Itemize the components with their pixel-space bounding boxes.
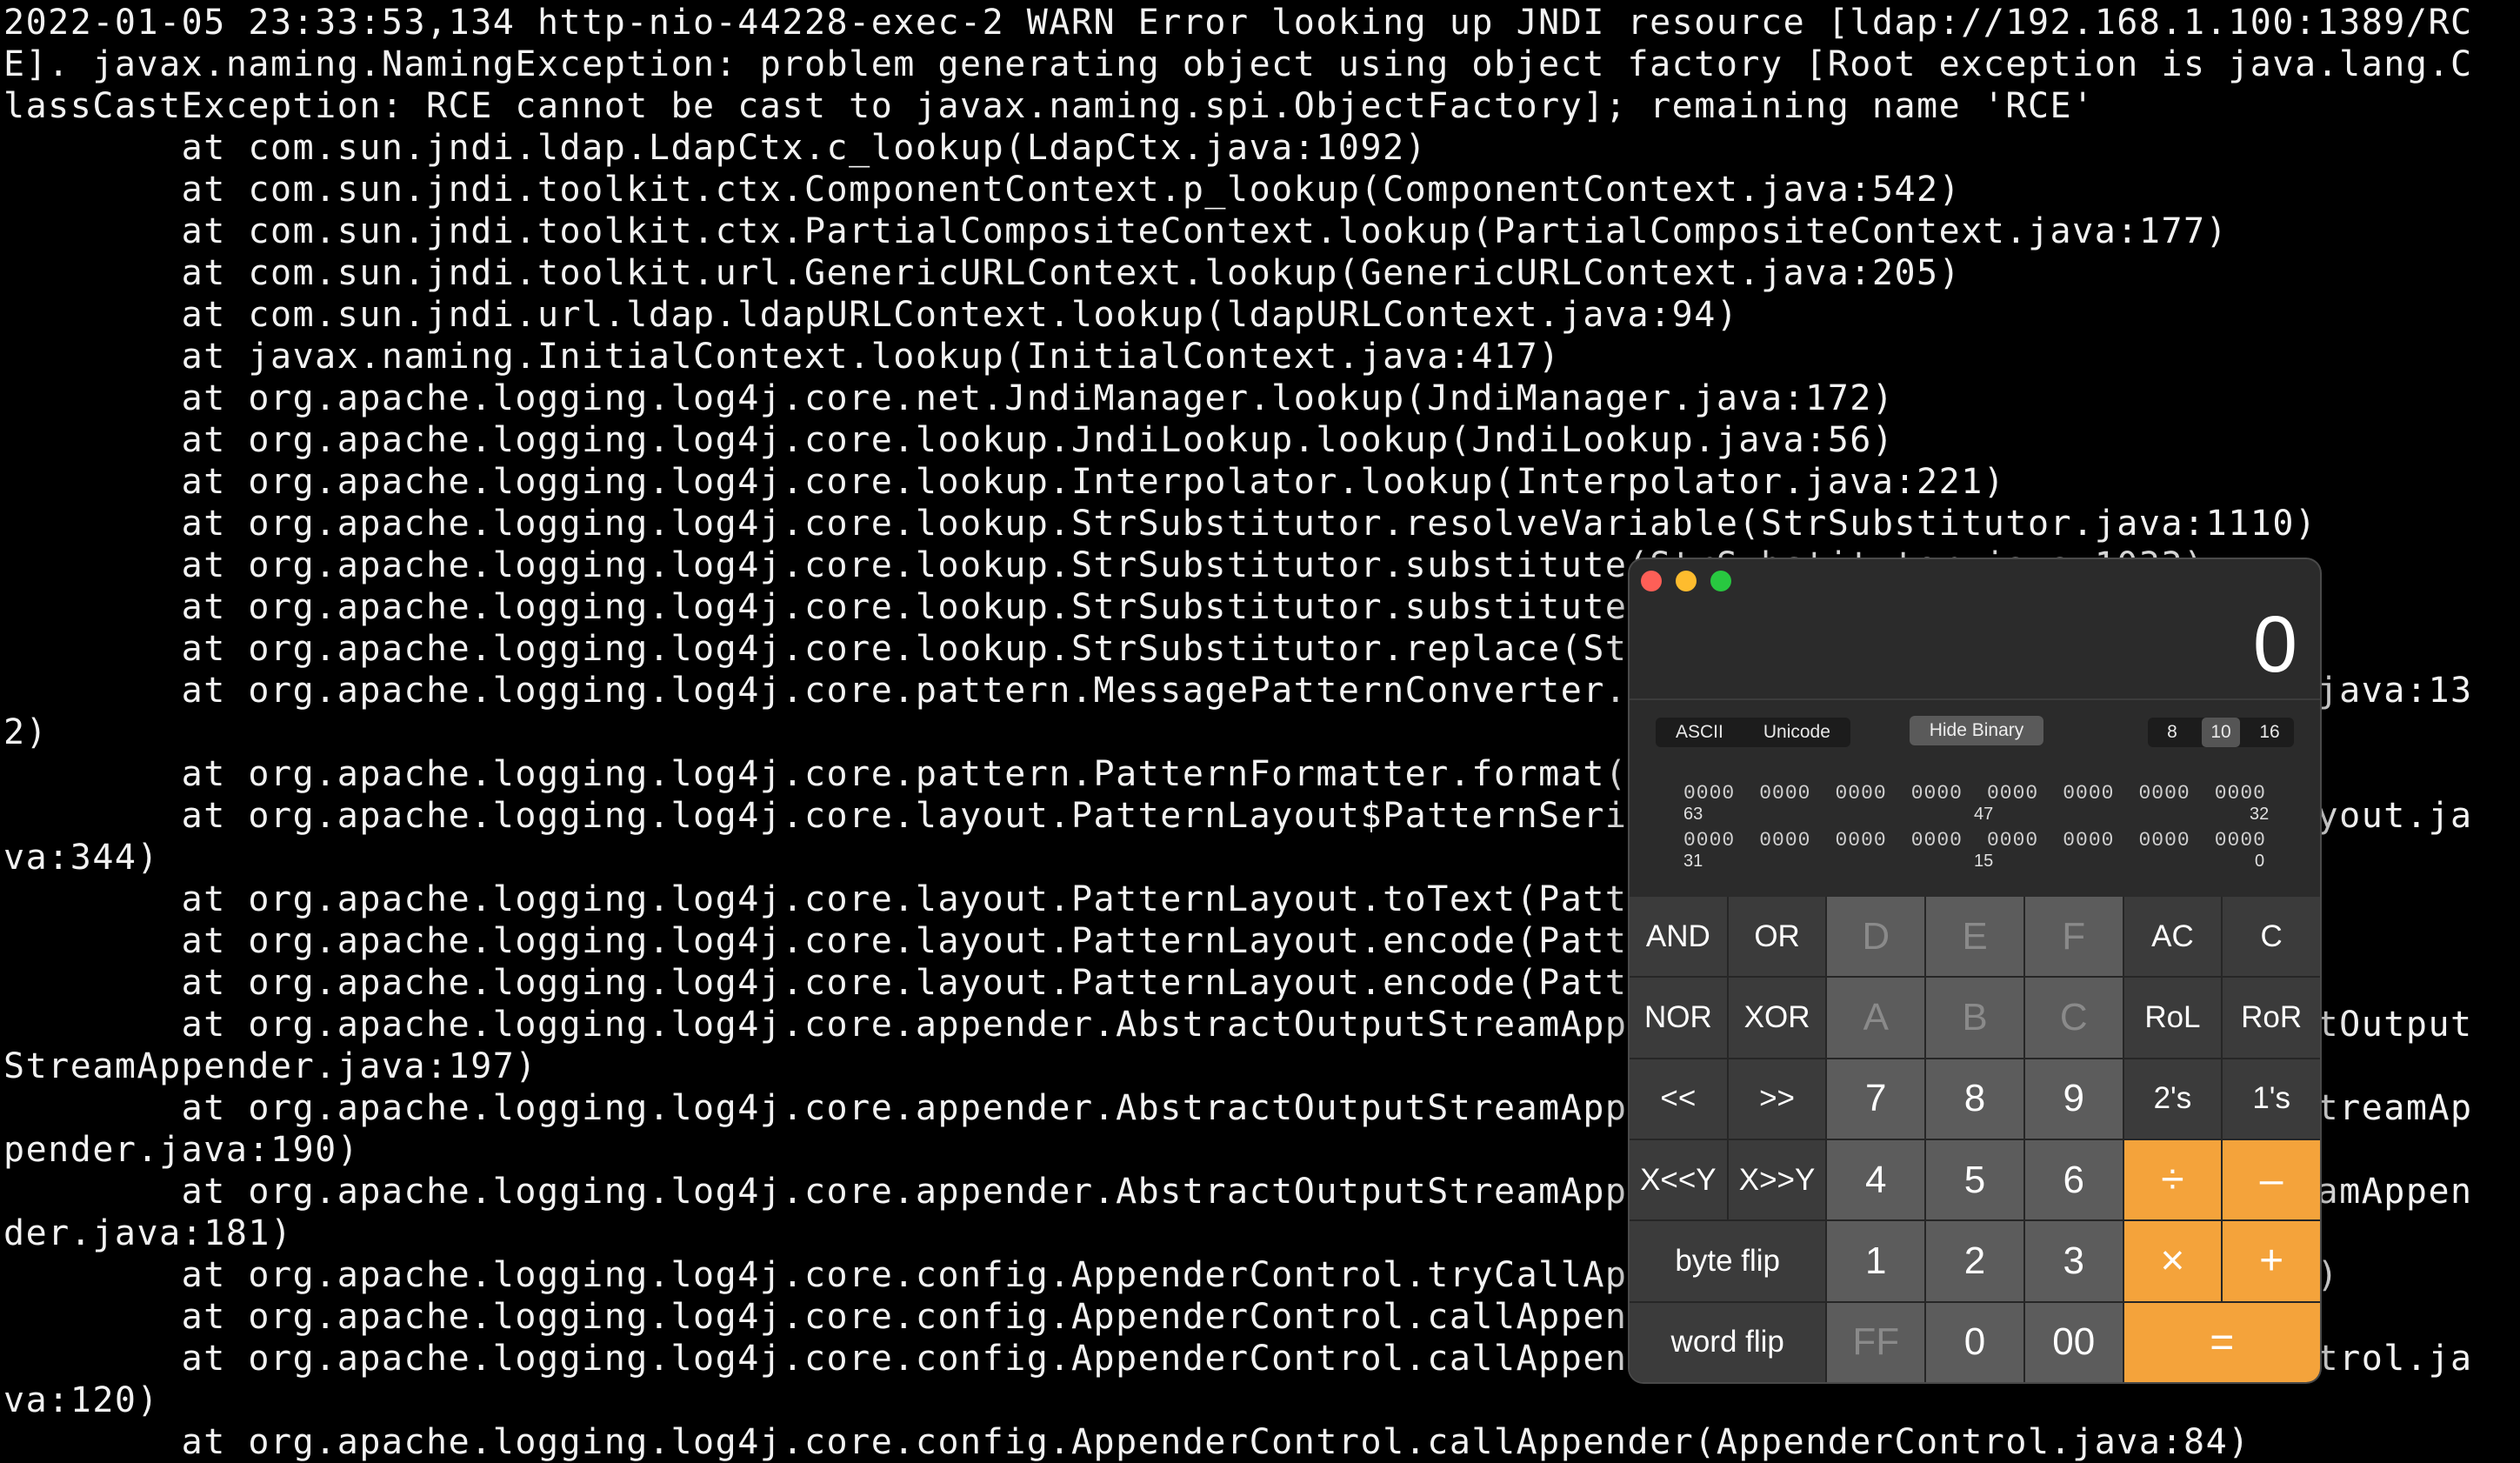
minus-button[interactable]: – [2223,1140,2320,1220]
multiply-button[interactable]: × [2123,1221,2222,1301]
9-button[interactable]: 9 [2024,1059,2123,1139]
ff-button[interactable]: FF [1827,1302,1925,1382]
twos-complement-button[interactable]: 2's [2123,1059,2222,1139]
7-button[interactable]: 7 [1827,1059,1925,1139]
binary-bits-row-upper: 0000 0000 0000 0000 0000 0000 0000 0000 [1683,782,2266,805]
log-line: at com.sun.jndi.toolkit.ctx.PartialCompo… [3,211,2229,251]
c-button[interactable]: C [2223,897,2320,977]
bit-group[interactable]: 0000 [1683,782,1735,805]
log-line: va:120) [3,1380,160,1420]
x-shift-left-y-button[interactable]: X<<Y [1630,1140,1727,1220]
bit-index-label: 32 [2250,805,2270,824]
base-16-option[interactable]: 16 [2250,718,2289,747]
hide-binary-button[interactable]: Hide Binary [1910,716,2043,745]
shift-left-button[interactable]: << [1630,1059,1727,1139]
log-line: at org.apache.logging.log4j.core.config.… [3,1422,2250,1462]
ones-complement-button[interactable]: 1's [2223,1059,2320,1139]
5-button[interactable]: 5 [1926,1140,2023,1220]
bit-group[interactable]: 0000 [1759,782,1810,805]
bit-index-label: 31 [1683,852,1703,871]
shift-right-button[interactable]: >> [1728,1059,1826,1139]
encoding-segmented-control: ASCII Unicode [1656,718,1850,747]
bit-group[interactable]: 0000 [1987,782,2038,805]
bit-index-label: 47 [1974,805,1994,824]
divide-button[interactable]: ÷ [2123,1140,2222,1220]
3-button[interactable]: 3 [2024,1221,2123,1301]
plus-button[interactable]: + [2223,1221,2320,1301]
or-button[interactable]: OR [1728,897,1826,977]
log-line: at org.apache.logging.log4j.core.lookup.… [3,504,2317,544]
log-line: 2022-01-05 23:33:53,134 http-nio-44228-e… [3,3,2473,43]
bit-group[interactable]: 0000 [1987,829,2038,852]
a-button[interactable]: A [1827,978,1925,1058]
calculator-display: 0 [2252,600,2297,689]
bit-group[interactable]: 0000 [2215,782,2266,805]
log-line: at org.apache.logging.log4j.core.lookup.… [3,420,1895,460]
bit-group[interactable]: 0000 [1759,829,1810,852]
1-button[interactable]: 1 [1827,1221,1925,1301]
log-line: at org.apache.logging.log4j.core.net.Jnd… [3,378,1895,418]
base-10-option[interactable]: 10 [2202,718,2240,747]
log-line: at org.apache.logging.log4j.core.lookup.… [3,462,2006,502]
word-flip-button[interactable]: word flip [1630,1302,1826,1382]
unicode-option[interactable]: Unicode [1743,718,1850,747]
bit-group[interactable]: 0000 [2139,782,2190,805]
x-shift-right-y-button[interactable]: X>>Y [1728,1140,1826,1220]
4-button[interactable]: 4 [1827,1140,1925,1220]
minimize-window-button[interactable] [1676,571,1697,591]
maximize-window-button[interactable] [1710,571,1731,591]
6-button[interactable]: 6 [2024,1140,2123,1220]
rol-button[interactable]: RoL [2123,978,2222,1058]
base-segmented-control: 8 10 16 [2148,718,2294,747]
bit-group[interactable]: 0000 [2063,782,2114,805]
8-button[interactable]: 8 [1926,1059,2023,1139]
bit-group[interactable]: 0000 [1911,782,1963,805]
nor-button[interactable]: NOR [1630,978,1727,1058]
and-button[interactable]: AND [1630,897,1727,977]
bit-group[interactable]: 0000 [1836,829,1887,852]
log-line: at javax.naming.InitialContext.lookup(In… [3,337,1561,377]
log-line: at com.sun.jndi.toolkit.url.GenericURLCo… [3,253,1962,293]
e-button[interactable]: E [1926,897,2023,977]
bit-index-label: 0 [2255,852,2265,871]
c-button[interactable]: C [2024,978,2123,1058]
bit-group[interactable]: 0000 [2139,829,2190,852]
bit-index-label: 15 [1974,852,1994,871]
bit-group[interactable]: 0000 [2063,829,2114,852]
bit-index-label: 63 [1683,805,1703,824]
log-line: E]. javax.naming.NamingException: proble… [3,44,2473,84]
log-line: lassCastException: RCE cannot be cast to… [3,86,2095,126]
0-button[interactable]: 0 [1926,1302,2023,1382]
b-button[interactable]: B [1926,978,2023,1058]
00-button[interactable]: 00 [2024,1302,2123,1382]
bit-group[interactable]: 0000 [1836,782,1887,805]
divider [1630,698,2320,700]
bit-group[interactable]: 0000 [2215,829,2266,852]
2-button[interactable]: 2 [1926,1221,2023,1301]
xor-button[interactable]: XOR [1728,978,1826,1058]
log-line: at com.sun.jndi.ldap.LdapCtx.c_lookup(Ld… [3,128,1428,168]
equals-button[interactable]: = [2123,1302,2320,1382]
ac-button[interactable]: AC [2123,897,2222,977]
d-button[interactable]: D [1827,897,1925,977]
ascii-option[interactable]: ASCII [1656,718,1743,747]
log-line: at com.sun.jndi.url.ldap.ldapURLContext.… [3,295,1739,335]
calculator-keypad: AND OR D E F AC C NOR XOR A B C RoL RoR << >> 7 8 9 2's 1's X… [1630,897,2320,1382]
byte-flip-button[interactable]: byte flip [1630,1221,1826,1301]
binary-bits-row-lower: 0000 0000 0000 0000 0000 0000 0000 0000 [1683,829,2266,852]
close-window-button[interactable] [1641,571,1662,591]
base-8-option[interactable]: 8 [2153,718,2191,747]
ror-button[interactable]: RoR [2223,978,2320,1058]
f-button[interactable]: F [2024,897,2123,977]
bit-group[interactable]: 0000 [1683,829,1735,852]
log-line: at com.sun.jndi.toolkit.ctx.ComponentCon… [3,170,1962,210]
calculator-window[interactable]: 0 ASCII Unicode Hide Binary 8 10 16 0000… [1630,559,2320,1382]
bit-group[interactable]: 0000 [1911,829,1963,852]
